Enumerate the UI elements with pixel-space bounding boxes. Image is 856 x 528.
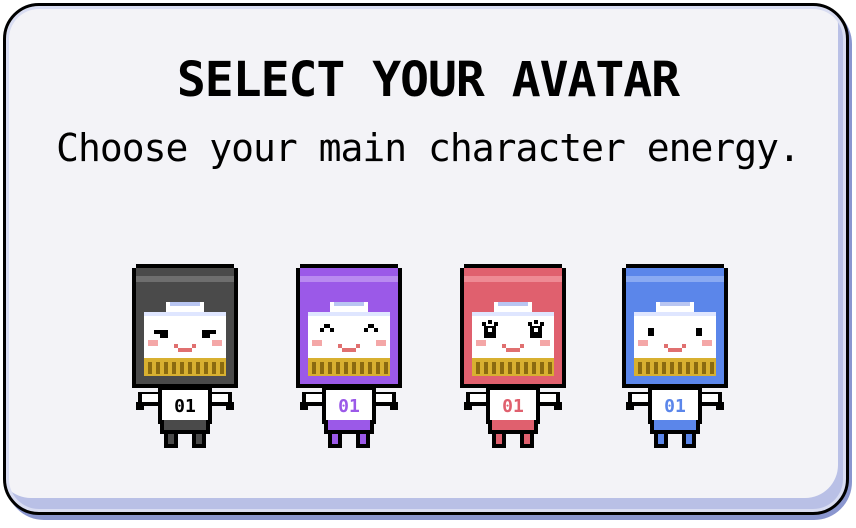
shorts	[492, 420, 534, 430]
jersey-number: 01	[664, 396, 686, 417]
jersey-number: 01	[502, 396, 524, 417]
avatar-option-blue[interactable]: 01	[620, 262, 730, 452]
shorts	[328, 420, 370, 430]
screen-title: SELECT YOUR AVATAR	[176, 52, 680, 108]
avatar-option-purple[interactable]: 01	[294, 262, 404, 452]
mouth	[502, 344, 506, 348]
jersey-number: 01	[338, 396, 360, 417]
blush	[476, 340, 486, 346]
jersey-number: 01	[174, 396, 196, 417]
shorts	[164, 420, 206, 430]
screen-subtitle: Choose your main character energy.	[56, 126, 801, 170]
avatar-sprite-blue: 01	[622, 264, 728, 448]
shorts	[654, 420, 696, 430]
blush	[312, 340, 322, 346]
avatar-sprite-red: 01	[460, 264, 566, 448]
mouth	[664, 344, 668, 348]
mouth	[338, 344, 342, 348]
blush	[638, 340, 648, 346]
avatar-option-red[interactable]: 01	[458, 262, 568, 452]
avatar-sprite-purple: 01	[296, 264, 402, 448]
avatar-option-gray[interactable]: 01	[130, 262, 240, 452]
mouth	[174, 344, 178, 348]
blush	[148, 340, 158, 346]
avatar-sprite-gray: 01	[132, 264, 238, 448]
